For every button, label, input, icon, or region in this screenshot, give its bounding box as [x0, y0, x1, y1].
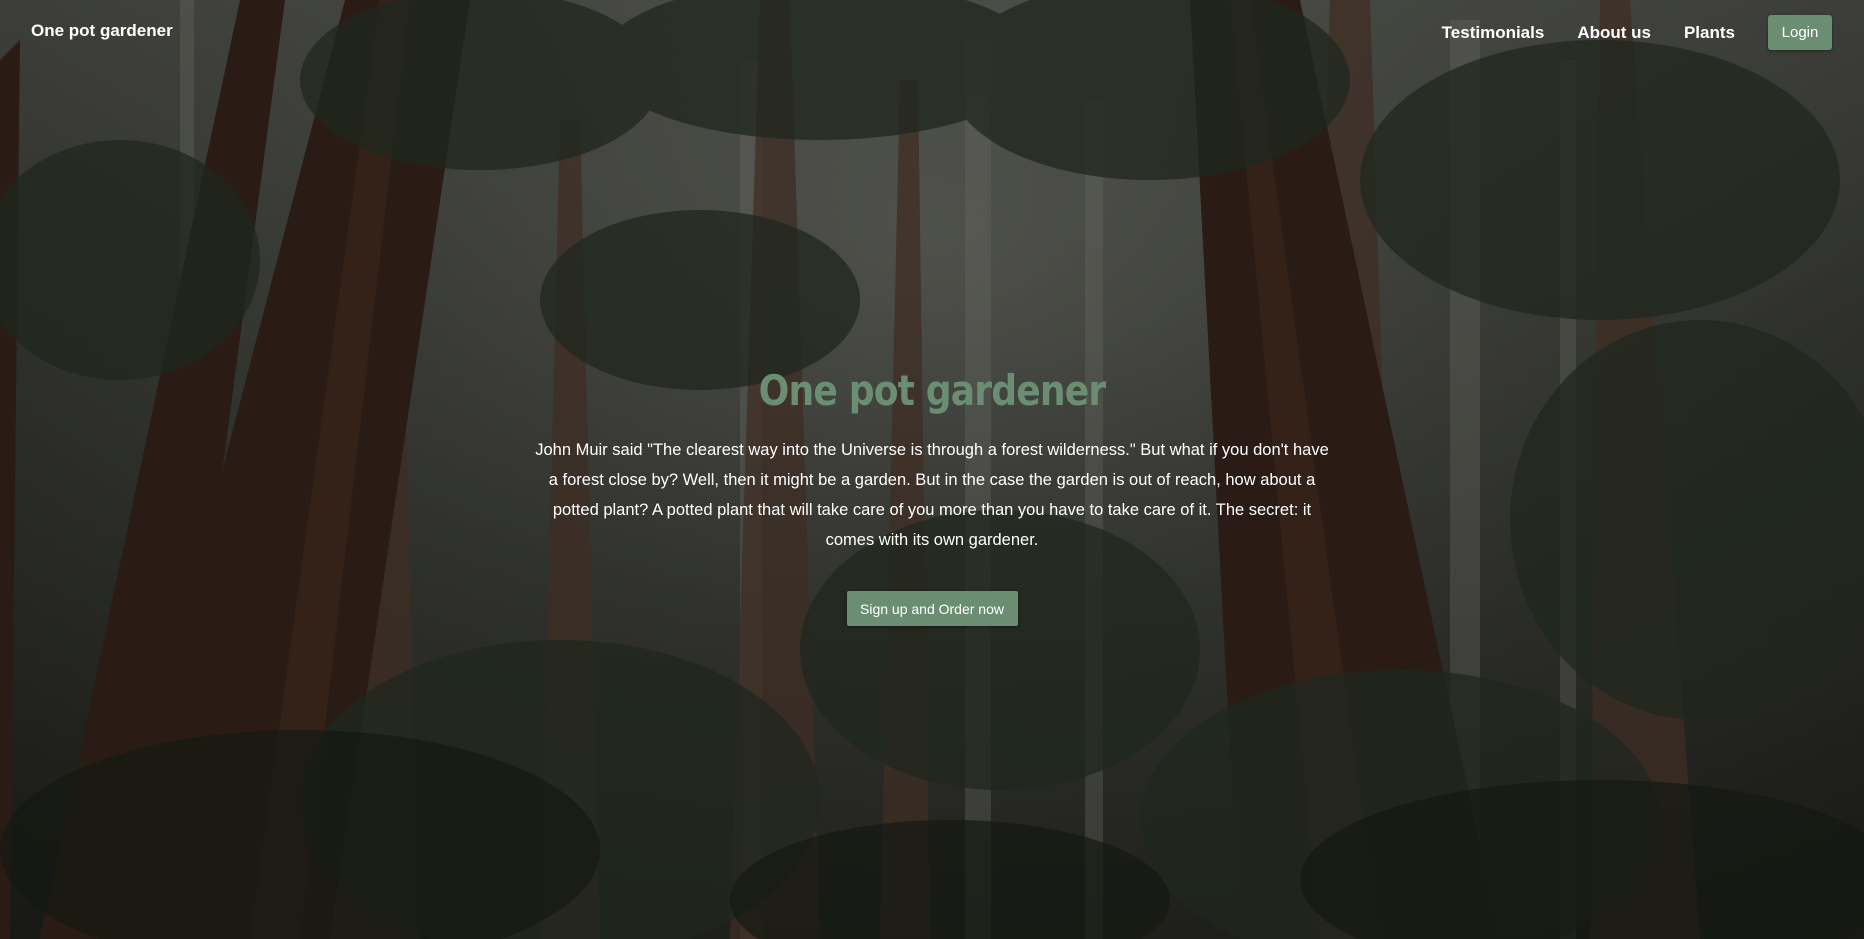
top-navbar: One pot gardener Testimonials About us P… [0, 0, 1864, 64]
nav-link-about-us[interactable]: About us [1577, 23, 1651, 43]
hero-description: John Muir said "The clearest way into th… [535, 441, 1329, 549]
brand-logo-link[interactable]: One pot gardener [31, 21, 173, 41]
nav-link-plants[interactable]: Plants [1684, 23, 1735, 43]
hero-title: One pot gardener [758, 366, 1107, 415]
nav-link-testimonials[interactable]: Testimonials [1442, 23, 1545, 43]
signup-order-button[interactable]: Sign up and Order now [846, 591, 1018, 626]
hero-content: One pot gardener John Muir said "The cle… [532, 355, 1332, 626]
hero-section: One pot gardener Testimonials About us P… [0, 0, 1864, 939]
nav-links: Testimonials About us Plants Login [1409, 15, 1832, 50]
login-button[interactable]: Login [1768, 15, 1832, 50]
